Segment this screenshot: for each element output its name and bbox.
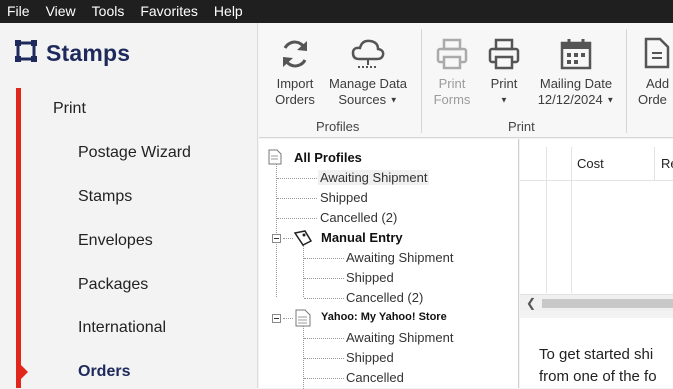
manage-data-sources-button[interactable]: Manage Data Sources ▼ <box>323 37 413 109</box>
info-text-line-2: from one of the fo <box>539 368 657 385</box>
ribbon-separator <box>626 29 627 133</box>
manage-data-sources-label-1: Manage Data <box>328 76 408 91</box>
tree-item-cancelled[interactable]: Cancelled (2) <box>320 210 397 225</box>
document-icon <box>295 309 311 332</box>
tree-item-shipped[interactable]: Shipped <box>320 190 368 205</box>
tree-connector <box>283 238 293 239</box>
info-text-line-1: To get started shi <box>539 346 654 363</box>
brand-name: Stamps <box>46 40 131 66</box>
ribbon-toolbar: Import Orders Manage Data Sources ▼ Prof… <box>259 23 673 138</box>
tree-connector <box>304 258 344 259</box>
column-header-re[interactable]: Re <box>655 147 673 181</box>
collapse-toggle[interactable] <box>272 314 281 323</box>
mailing-date-button[interactable]: Mailing Date 12/12/2024 ▼ <box>531 37 621 109</box>
scroll-left-icon[interactable]: ❮ <box>526 296 536 310</box>
document-add-icon <box>636 37 673 71</box>
tree-connector <box>277 218 317 219</box>
document-icon <box>268 149 282 170</box>
nav-active-indicator <box>21 365 28 379</box>
cloud-network-icon <box>323 37 413 71</box>
tree-connector <box>304 358 344 359</box>
ribbon-separator <box>421 29 422 133</box>
tree-item-awaiting-shipment[interactable]: Awaiting Shipment <box>346 250 453 265</box>
menu-tools[interactable]: Tools <box>85 0 134 23</box>
menu-help[interactable]: Help <box>207 0 252 23</box>
tree-connector <box>303 325 304 389</box>
import-orders-label-2: Orders <box>275 92 315 107</box>
print-label: Print <box>490 76 518 91</box>
chevron-down-icon: ▼ <box>389 95 398 105</box>
tree-item-cancelled[interactable]: Cancelled (2) <box>346 290 423 305</box>
add-orders-button[interactable]: Add Orde <box>636 37 673 108</box>
tree-yahoo-store[interactable]: Yahoo: My Yahoo! Store <box>321 311 447 323</box>
tree-connector <box>304 298 344 299</box>
print-button[interactable]: Print ▼ <box>483 37 525 109</box>
chevron-down-icon: ▼ <box>606 95 615 105</box>
tree-item-cancelled[interactable]: Cancelled <box>346 370 404 385</box>
grid-header: Cost Re <box>520 147 673 181</box>
menu-favorites[interactable]: Favorites <box>133 0 207 23</box>
import-orders-label-1: Import <box>276 76 314 91</box>
nav-accent-bar <box>16 88 21 388</box>
print-forms-label-2: Forms <box>433 92 471 107</box>
tree-connector <box>304 378 344 379</box>
printer-icon <box>483 37 525 71</box>
brand: Stamps <box>14 39 130 68</box>
sidebar: Stamps Print Postage Wizard Stamps Envel… <box>0 23 258 388</box>
chevron-down-icon: ▼ <box>500 95 508 105</box>
print-forms-label-1: Print <box>438 76 466 91</box>
tree-connector <box>304 338 344 339</box>
calendar-icon <box>531 37 621 71</box>
tree-item-awaiting-shipment[interactable]: Awaiting Shipment <box>318 170 430 185</box>
tree-manual-entry[interactable]: Manual Entry <box>321 230 403 245</box>
nav-item-envelopes[interactable]: Envelopes <box>78 232 153 250</box>
getting-started-panel: To get started shi from one of the fo <box>520 318 673 388</box>
nav-item-postage-wizard[interactable]: Postage Wizard <box>78 144 191 162</box>
collapse-toggle[interactable] <box>272 234 281 243</box>
add-orders-label-1: Add <box>646 76 670 91</box>
nav-section-print[interactable]: Print <box>53 100 86 118</box>
print-forms-button[interactable]: Print Forms <box>429 37 475 108</box>
nav-item-packages[interactable]: Packages <box>78 276 148 294</box>
stamps-logo-icon <box>14 39 38 68</box>
mailing-date-label: Mailing Date <box>539 76 613 91</box>
profiles-tree: All Profiles Awaiting Shipment Shipped C… <box>259 139 519 389</box>
nav-item-orders[interactable]: Orders <box>78 363 130 381</box>
tree-connector <box>303 245 304 297</box>
import-orders-button[interactable]: Import Orders <box>267 37 323 108</box>
tree-item-awaiting-shipment[interactable]: Awaiting Shipment <box>346 330 453 345</box>
column-header-cost[interactable]: Cost <box>571 147 655 181</box>
tree-connector <box>277 198 317 199</box>
menu-bar: File View Tools Favorites Help <box>0 0 673 23</box>
scrollbar-thumb[interactable] <box>542 299 673 308</box>
menu-file[interactable]: File <box>0 0 39 23</box>
horizontal-scrollbar[interactable]: ❮ <box>520 294 673 311</box>
mailing-date-value: 12/12/2024 <box>537 92 603 107</box>
tree-connector <box>277 178 317 179</box>
print-group-label: Print <box>508 119 535 134</box>
manage-data-sources-label-2: Sources <box>338 92 387 107</box>
tree-item-shipped[interactable]: Shipped <box>346 270 394 285</box>
profiles-group-label: Profiles <box>316 119 360 134</box>
refresh-icon <box>267 37 323 71</box>
tree-all-profiles[interactable]: All Profiles <box>294 150 362 165</box>
nav-item-stamps[interactable]: Stamps <box>78 188 132 206</box>
tree-item-shipped[interactable]: Shipped <box>346 350 394 365</box>
add-orders-label-2: Orde <box>638 92 667 107</box>
nav-item-international[interactable]: International <box>78 319 166 337</box>
orders-grid: Cost Re <box>520 139 673 309</box>
printer-icon <box>429 37 475 71</box>
tree-connector <box>283 318 293 319</box>
menu-view[interactable]: View <box>39 0 85 23</box>
tree-connector <box>304 278 344 279</box>
tag-icon <box>293 229 313 252</box>
